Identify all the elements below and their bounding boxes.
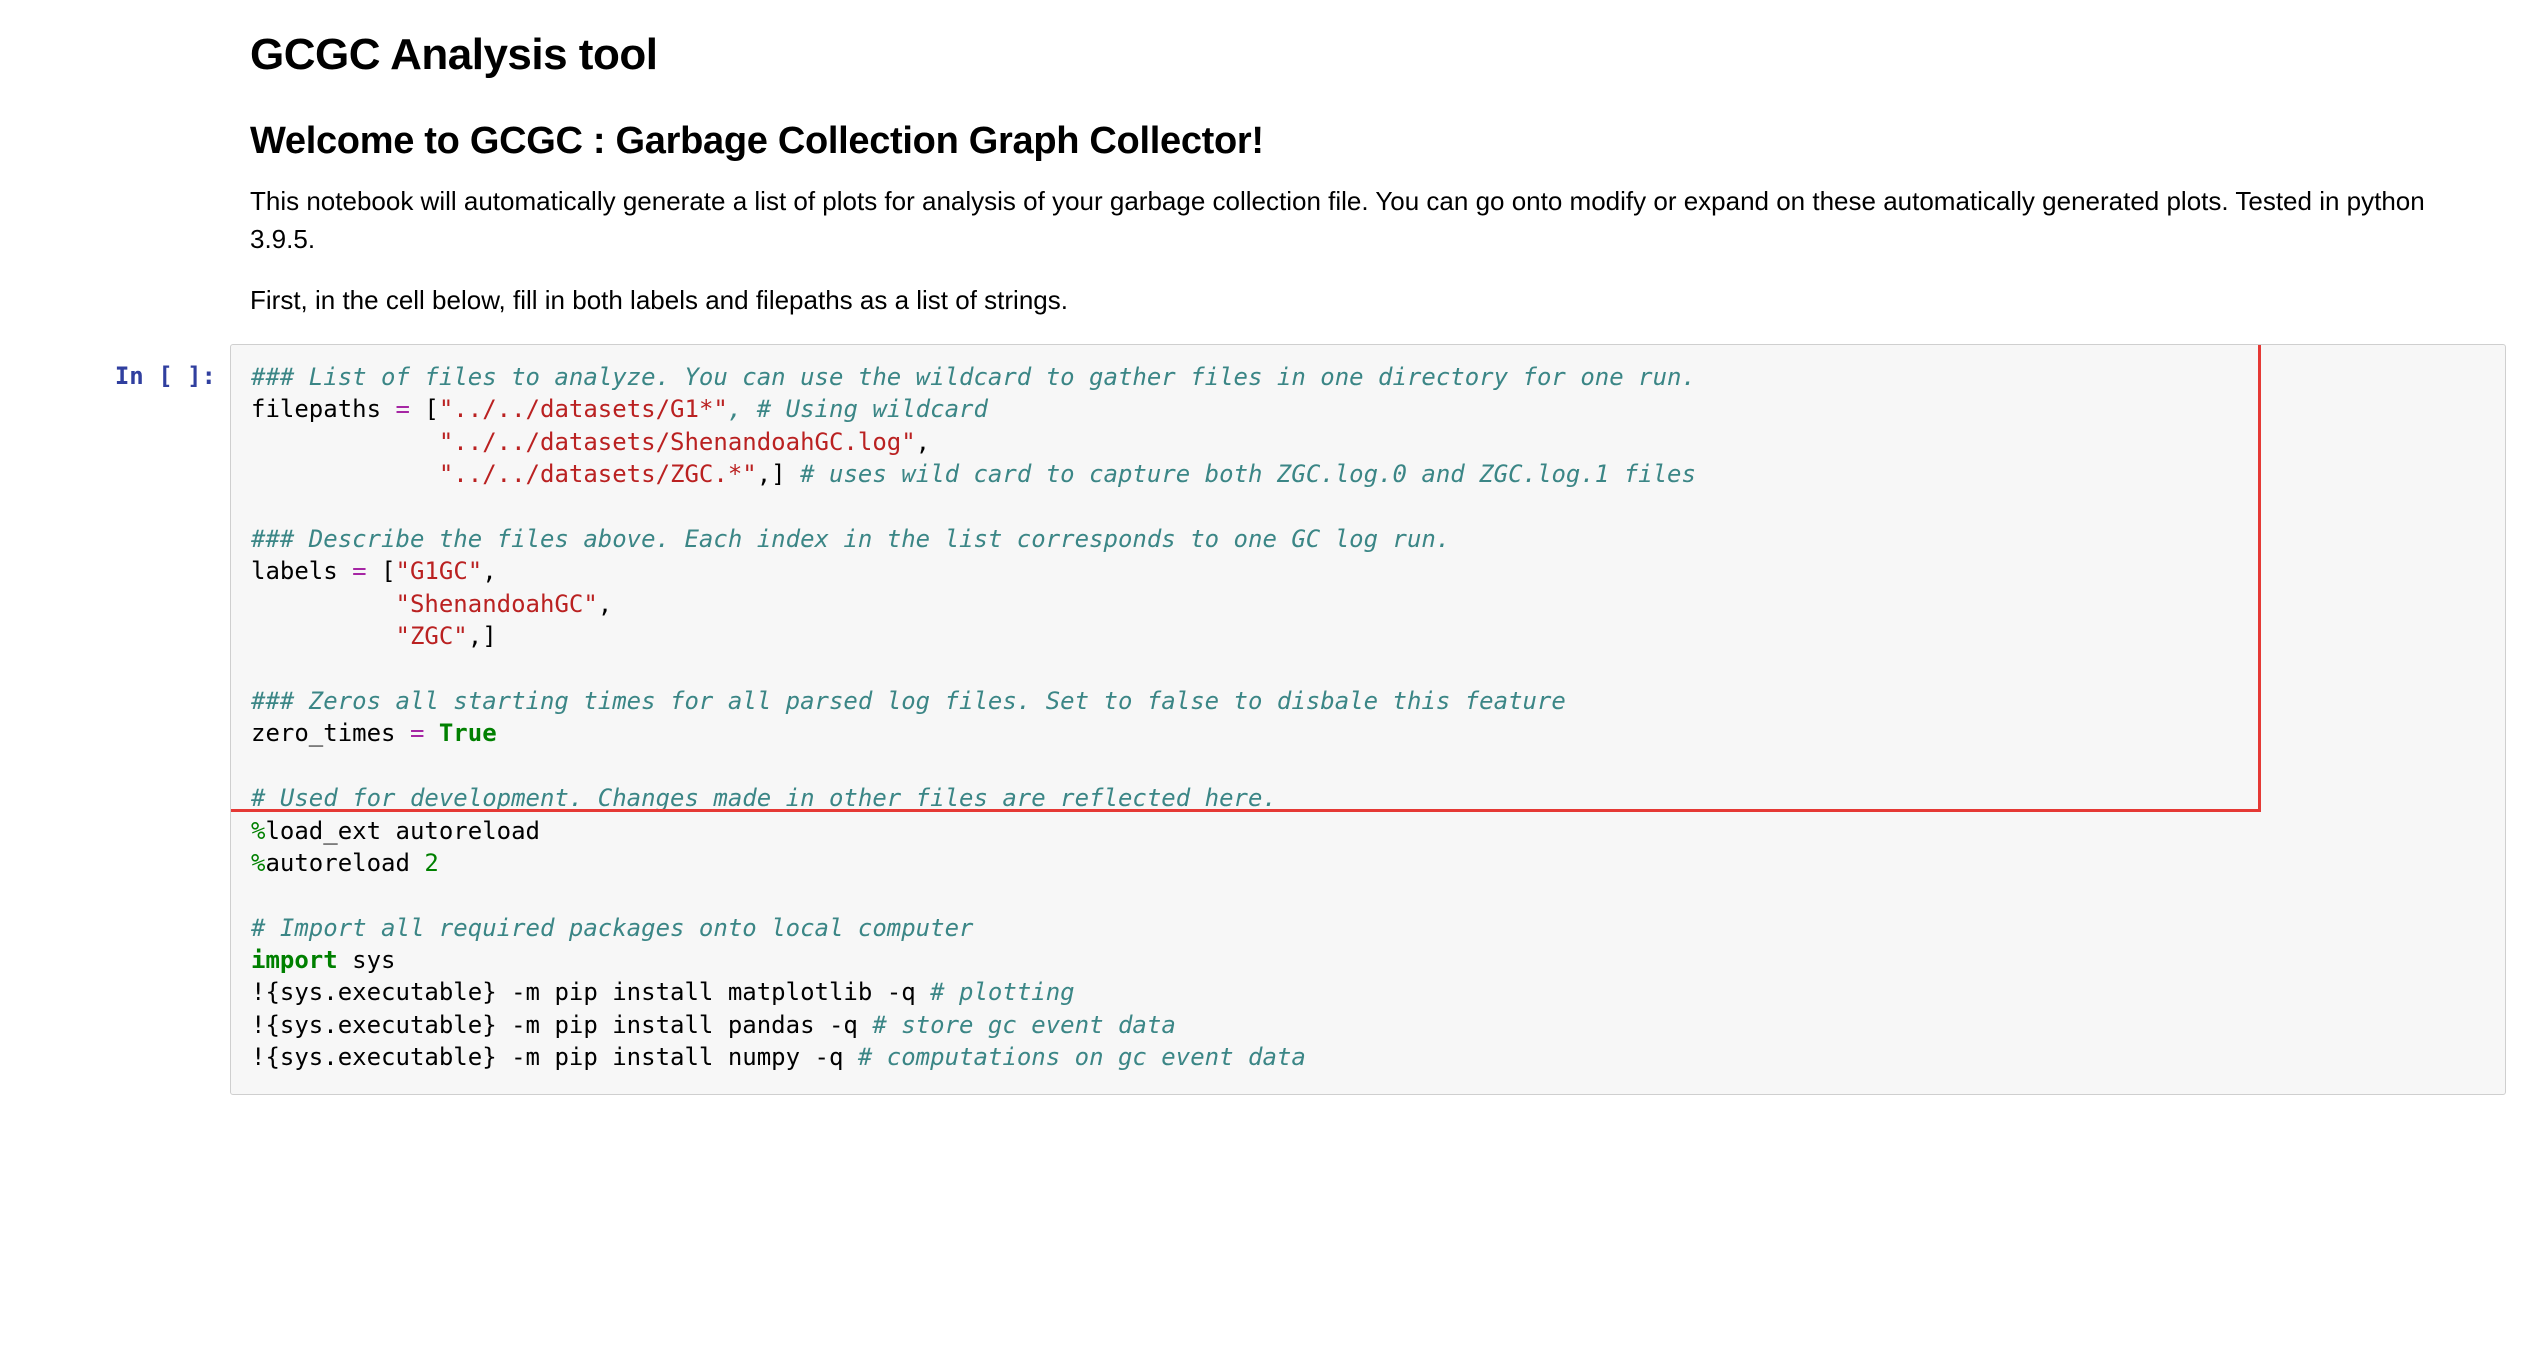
bracket: [	[381, 557, 395, 585]
op-assign: =	[396, 719, 439, 747]
var-filepaths: filepaths	[251, 395, 381, 423]
num-2: 2	[424, 849, 438, 877]
str-path-0: "../../datasets/G1*"	[439, 395, 728, 423]
code-cell[interactable]: In [ ]: ### List of files to analyze. Yo…	[20, 344, 2506, 1095]
pip-prefix: {sys.executable} -m pip install	[265, 1043, 727, 1071]
code-editor[interactable]: ### List of files to analyze. You can us…	[230, 344, 2506, 1095]
inline-comment: # computations on gc event data	[858, 1043, 1306, 1071]
bang: !	[251, 978, 265, 1006]
bang: !	[251, 1043, 265, 1071]
code-comment: ### List of files to analyze. You can us…	[251, 363, 1696, 391]
const-true: True	[439, 719, 497, 747]
var-zero-times: zero_times	[251, 719, 396, 747]
str-label-2: "ZGC"	[396, 622, 468, 650]
inline-comment: # uses wild card to capture both ZGC.log…	[800, 460, 1696, 488]
indent	[251, 460, 439, 488]
pip-pkg: numpy -q	[728, 1043, 858, 1071]
intro-paragraph-2: First, in the cell below, fill in both l…	[250, 282, 2466, 320]
magic-prefix: %	[251, 849, 265, 877]
indent	[251, 590, 396, 618]
pip-prefix: {sys.executable} -m pip install	[265, 1011, 727, 1039]
intro-paragraph-1: This notebook will automatically generat…	[250, 183, 2466, 258]
bracket: [	[424, 395, 438, 423]
indent	[251, 428, 439, 456]
str-path-1: "../../datasets/ShenandoahGC.log"	[439, 428, 916, 456]
pip-pkg: matplotlib -q	[728, 978, 930, 1006]
prompt-label: In [ ]:	[115, 362, 216, 390]
inline-comment: # store gc event data	[872, 1011, 1175, 1039]
indent	[251, 622, 396, 650]
mod-sys: sys	[338, 946, 396, 974]
magic-autoreload: autoreload	[265, 849, 424, 877]
heading-h2: Welcome to GCGC : Garbage Collection Gra…	[250, 120, 2466, 163]
code-comment: # Used for development. Changes made in …	[251, 784, 1277, 812]
op-assign: =	[338, 557, 381, 585]
markdown-cell: GCGC Analysis tool Welcome to GCGC : Gar…	[250, 30, 2466, 320]
var-labels: labels	[251, 557, 338, 585]
code-comment: ### Zeros all starting times for all par…	[251, 687, 1566, 715]
pip-pkg: pandas -q	[728, 1011, 873, 1039]
str-label-1: "ShenandoahGC"	[396, 590, 598, 618]
input-prompt: In [ ]:	[20, 344, 230, 1095]
magic-load-ext: load_ext autoreload	[265, 817, 540, 845]
inline-comment: # plotting	[930, 978, 1075, 1006]
code-comment: # Import all required packages onto loca…	[251, 914, 973, 942]
inline-comment: , # Using wildcard	[728, 395, 988, 423]
str-path-2: "../../datasets/ZGC.*"	[439, 460, 757, 488]
op-assign: =	[381, 395, 424, 423]
kw-import: import	[251, 946, 338, 974]
magic-prefix: %	[251, 817, 265, 845]
pip-prefix: {sys.executable} -m pip install	[265, 978, 727, 1006]
jupyter-page: GCGC Analysis tool Welcome to GCGC : Gar…	[0, 0, 2526, 1145]
heading-h1: GCGC Analysis tool	[250, 30, 2466, 80]
code-comment: ### Describe the files above. Each index…	[251, 525, 1450, 553]
str-label-0: "G1GC"	[396, 557, 483, 585]
bang: !	[251, 1011, 265, 1039]
